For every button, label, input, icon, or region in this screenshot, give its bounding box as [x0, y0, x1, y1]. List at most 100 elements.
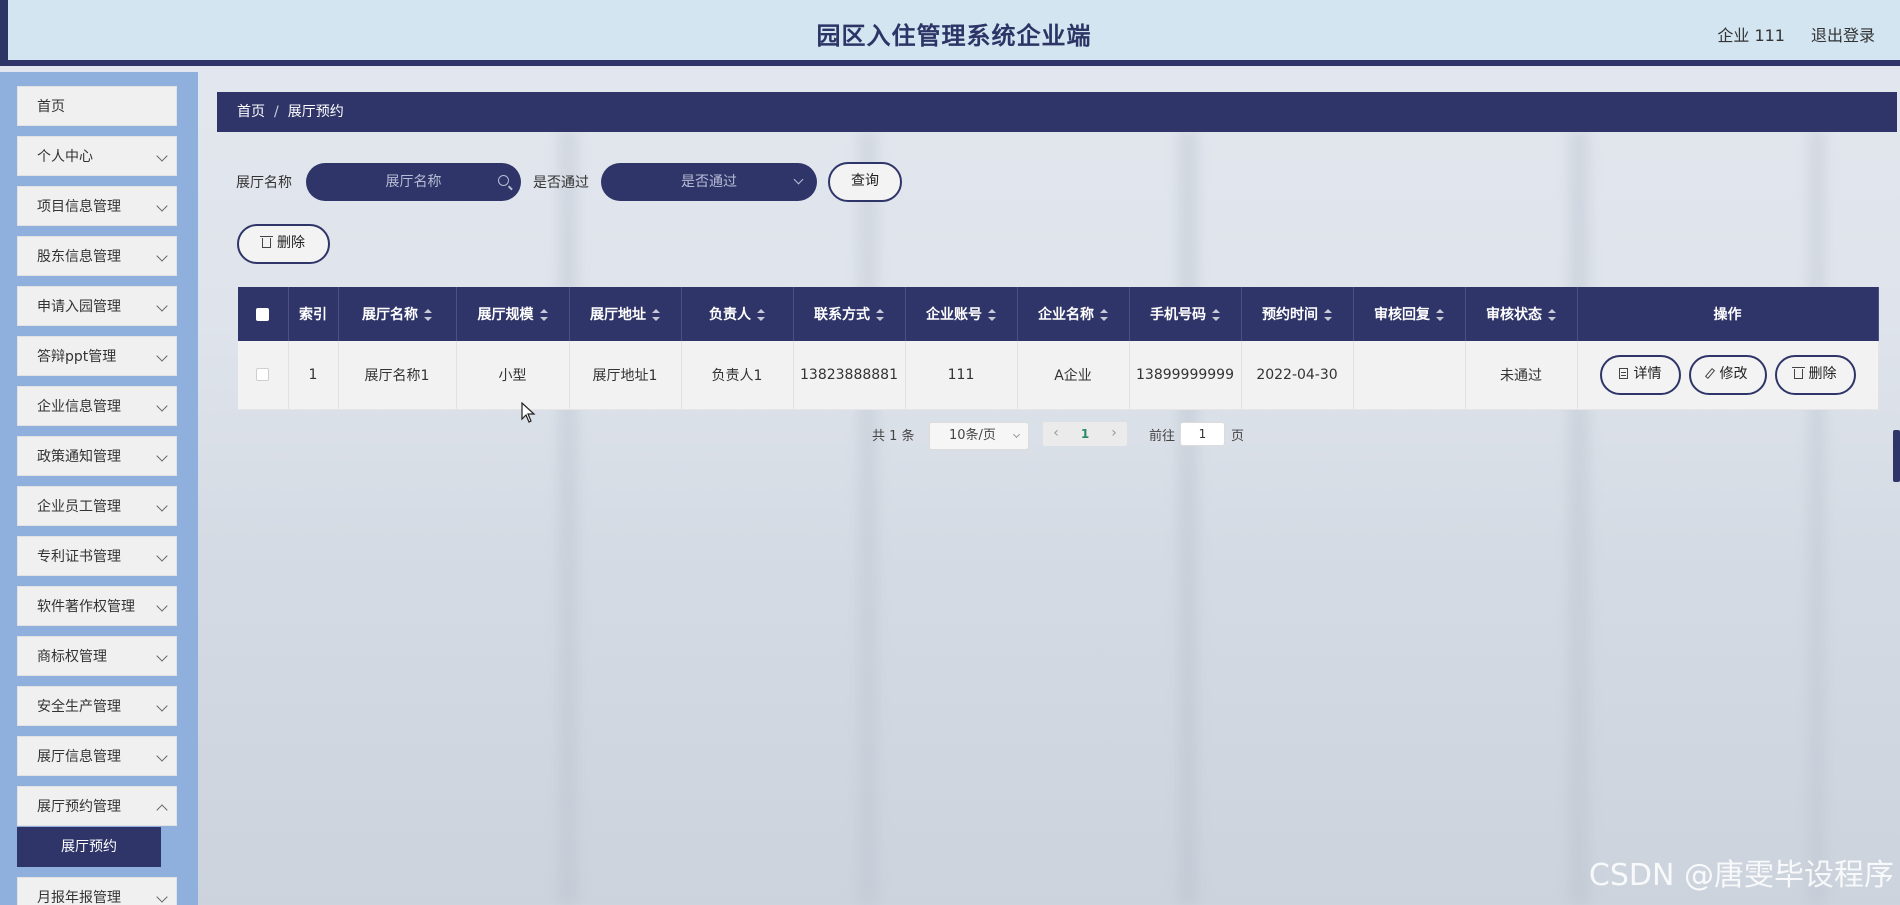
cell-manager: 负责人1	[681, 341, 794, 410]
document-icon	[1618, 367, 1628, 379]
cell-hall-scale: 小型	[456, 341, 570, 410]
col-company[interactable]: 企业名称	[1017, 287, 1130, 341]
sort-icon[interactable]	[1212, 309, 1220, 321]
sidebar-item-label: 展厅预约管理	[37, 799, 121, 815]
pencil-icon	[1704, 367, 1715, 379]
sidebar-item-trademark[interactable]: 商标权管理	[17, 636, 177, 676]
row-select-cell[interactable]	[238, 341, 289, 410]
hall-name-label: 展厅名称	[236, 175, 292, 191]
current-user: 企业 111	[1717, 26, 1785, 45]
chevron-down-icon	[156, 891, 168, 903]
sidebar-subitem-hall-booking[interactable]: 展厅预约	[17, 827, 161, 867]
chevron-down-icon	[156, 250, 168, 262]
pass-status-select[interactable]: 是否通过	[601, 163, 817, 201]
sidebar-item-label: 项目信息管理	[37, 199, 121, 215]
sidebar-item-label: 政策通知管理	[37, 449, 121, 465]
sidebar-item-defense-ppt[interactable]: 答辩ppt管理	[17, 336, 177, 376]
sidebar-item-label: 申请入园管理	[37, 299, 121, 315]
col-manager[interactable]: 负责人	[681, 287, 794, 341]
top-header: 园区入住管理系统企业端 企业 111 退出登录	[0, 0, 1900, 66]
scrollbar-thumb[interactable]	[1893, 430, 1900, 482]
col-hall-address[interactable]: 展厅地址	[569, 287, 682, 341]
chevron-down-icon	[156, 500, 168, 512]
sidebar-item-label: 月报年报管理	[37, 890, 121, 905]
col-actions: 操作	[1577, 287, 1879, 341]
sidebar-item-label: 企业信息管理	[37, 399, 121, 415]
sidebar-item-policy-notice[interactable]: 政策通知管理	[17, 436, 177, 476]
sidebar-item-personal-center[interactable]: 个人中心	[17, 136, 177, 176]
sidebar: 首页 个人中心 项目信息管理 股东信息管理 申请入园管理 答辩ppt管理 企业信…	[0, 72, 198, 905]
sidebar-item-patent[interactable]: 专利证书管理	[17, 536, 177, 576]
chevron-down-icon	[156, 600, 168, 612]
col-review-status[interactable]: 审核状态	[1465, 287, 1578, 341]
col-account[interactable]: 企业账号	[905, 287, 1018, 341]
sort-icon[interactable]	[652, 309, 660, 321]
select-all-checkbox[interactable]	[256, 307, 270, 321]
sort-icon[interactable]	[424, 309, 432, 321]
col-phone[interactable]: 手机号码	[1129, 287, 1242, 341]
current-page[interactable]: 1	[1073, 422, 1097, 446]
cell-phone: 13899999999	[1129, 341, 1242, 410]
prev-page-button[interactable]: ‹	[1045, 422, 1067, 446]
row-delete-button[interactable]: 删除	[1774, 354, 1856, 395]
cell-hall-name: 展厅名称1	[338, 341, 457, 410]
chevron-down-icon	[156, 450, 168, 462]
sort-icon[interactable]	[757, 309, 765, 321]
sidebar-item-safety[interactable]: 安全生产管理	[17, 686, 177, 726]
sidebar-item-hall-booking[interactable]: 展厅预约管理	[17, 786, 177, 826]
page-size-select[interactable]: 10条/页	[929, 422, 1029, 450]
table-row: 1 展厅名称1 小型 展厅地址1 负责人1 13823888881 111 A企…	[238, 341, 1879, 410]
query-button[interactable]: 查询	[828, 162, 902, 202]
logout-link[interactable]: 退出登录	[1811, 22, 1875, 46]
pagination-total: 共 1 条	[872, 429, 915, 444]
chevron-down-icon	[156, 400, 168, 412]
trash-icon	[1791, 366, 1805, 379]
sidebar-item-company-info[interactable]: 企业信息管理	[17, 386, 177, 426]
col-contact[interactable]: 联系方式	[793, 287, 906, 341]
sidebar-item-hall-info[interactable]: 展厅信息管理	[17, 736, 177, 776]
sidebar-item-label: 首页	[37, 99, 65, 115]
sort-icon[interactable]	[1324, 309, 1332, 321]
cell-account: 111	[905, 341, 1018, 410]
chevron-down-icon	[156, 150, 168, 162]
sort-icon[interactable]	[988, 309, 996, 321]
sort-icon[interactable]	[539, 309, 548, 321]
sort-icon[interactable]	[876, 309, 884, 321]
sidebar-item-park-application[interactable]: 申请入园管理	[17, 286, 177, 326]
col-hall-scale[interactable]: 展厅规模	[456, 287, 570, 341]
cell-company: A企业	[1017, 341, 1130, 410]
cell-booking-time: 2022-04-30	[1241, 341, 1354, 410]
breadcrumb-separator: /	[274, 104, 279, 120]
sidebar-item-report[interactable]: 月报年报管理	[17, 877, 177, 905]
cell-actions: 详情 修改 删除	[1577, 341, 1879, 410]
sidebar-item-project-info[interactable]: 项目信息管理	[17, 186, 177, 226]
col-review-reply[interactable]: 审核回复	[1353, 287, 1466, 341]
cell-hall-address: 展厅地址1	[569, 341, 682, 410]
row-checkbox[interactable]	[256, 368, 270, 382]
sidebar-item-employee[interactable]: 企业员工管理	[17, 486, 177, 526]
select-all-header[interactable]	[238, 287, 289, 341]
breadcrumb-home[interactable]: 首页	[237, 104, 265, 120]
next-page-button[interactable]: ›	[1103, 422, 1125, 446]
goto-page-input[interactable]: 1	[1180, 422, 1225, 446]
app-title: 园区入住管理系统企业端	[816, 22, 1092, 50]
detail-button[interactable]: 详情	[1599, 354, 1681, 395]
col-hall-name[interactable]: 展厅名称	[338, 287, 457, 341]
sidebar-item-label: 专利证书管理	[37, 549, 121, 565]
sidebar-item-label: 答辩ppt管理	[37, 349, 117, 365]
sidebar-item-shareholder-info[interactable]: 股东信息管理	[17, 236, 177, 276]
goto-label: 前往	[1149, 429, 1176, 444]
hall-name-input[interactable]: 展厅名称	[306, 163, 521, 201]
sidebar-item-label: 安全生产管理	[37, 699, 121, 715]
batch-delete-button[interactable]: 删除	[237, 224, 330, 264]
chevron-down-icon	[156, 750, 168, 762]
sort-icon[interactable]	[1436, 309, 1444, 321]
sort-icon[interactable]	[1100, 309, 1108, 321]
sort-icon[interactable]	[1548, 309, 1556, 321]
breadcrumb: 首页 / 展厅预约	[217, 92, 1897, 132]
edit-button[interactable]: 修改	[1688, 354, 1767, 395]
sidebar-item-software-copyright[interactable]: 软件著作权管理	[17, 586, 177, 626]
sidebar-item-home[interactable]: 首页	[17, 86, 177, 126]
col-booking-time[interactable]: 预约时间	[1241, 287, 1354, 341]
sidebar-item-label: 企业员工管理	[37, 499, 121, 515]
